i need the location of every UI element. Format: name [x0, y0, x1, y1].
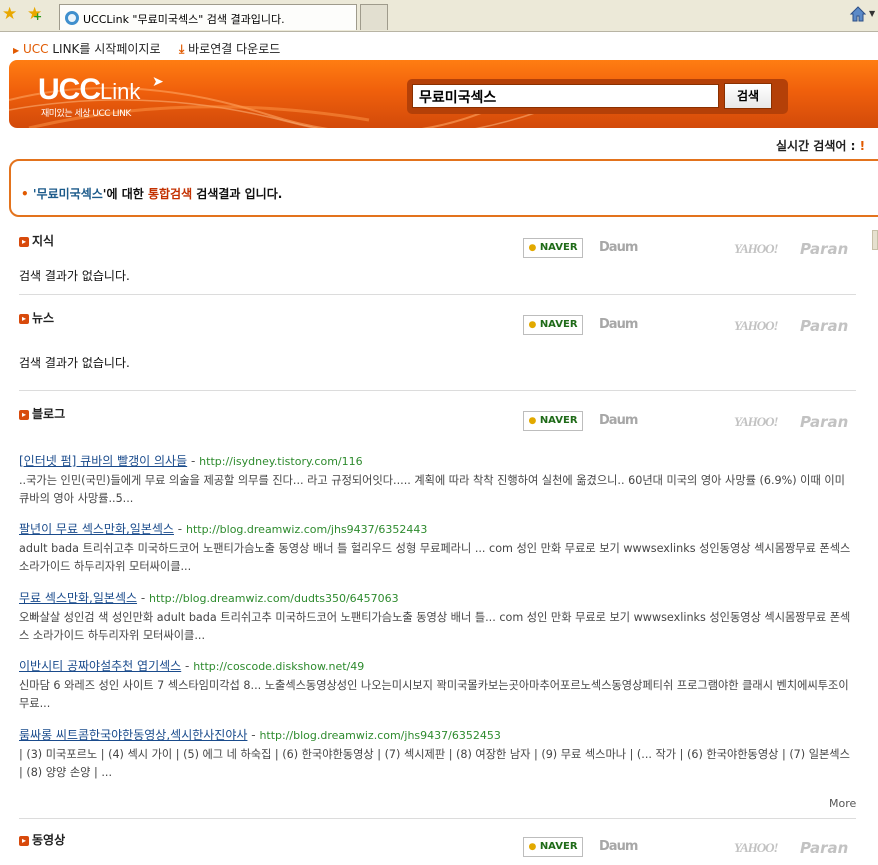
result-description: 신마담 6 와레즈 성인 사이트 7 섹스타임미각섭 8... 노출섹스동영상성…	[19, 679, 849, 710]
bullet-arrow-icon: ▸	[19, 313, 29, 324]
browser-tab-active[interactable]: UCCLink "무료미국섹스" 검색 결과입니다.	[59, 4, 357, 30]
paran-logo[interactable]: Paran	[800, 317, 848, 335]
engine-logos: ● NAVER Daum YAHOO! Paran	[523, 837, 848, 859]
result-title-link[interactable]: 룸싸롱 씨트콤한국야한동영상,섹시한사진야사	[19, 728, 247, 742]
no-result-text: 검색 결과가 없습니다.	[19, 269, 130, 283]
result-title-link[interactable]: 무료 섹스만화,일본섹스	[19, 591, 137, 605]
browser-tab-bar: ★ ★ + UCCLink "무료미국섹스" 검색 결과입니다. ▼	[0, 0, 878, 32]
no-result-text: 검색 결과가 없습니다.	[19, 356, 130, 370]
new-tab-button[interactable]	[360, 4, 388, 30]
engine-logos: ● NAVER Daum YAHOO! Paran	[523, 238, 848, 260]
section-video: ▸ 동영상 ● NAVER Daum YAHOO! Paran	[19, 831, 856, 861]
result-url[interactable]: http://blog.dreamwiz.com/dudts350/645706…	[149, 592, 399, 605]
blog-result-item: [인터넷 펌] 큐바의 빨갱이 의사들 - http://isydney.tis…	[19, 452, 856, 510]
yahoo-logo[interactable]: YAHOO!	[734, 241, 779, 257]
search-summary-text: • '무료미국섹스'에 대한 통합검색 검색결과 입니다.	[21, 187, 283, 201]
bullet-arrow-icon: ▸	[19, 236, 29, 247]
engine-logos: ● NAVER Daum YAHOO! Paran	[523, 411, 848, 433]
section-divider	[19, 390, 856, 391]
yahoo-logo[interactable]: YAHOO!	[734, 840, 779, 856]
section-title: ▸ 뉴스	[19, 309, 54, 326]
add-favorite-icon[interactable]: ★ +	[27, 5, 42, 23]
result-title-link[interactable]: 이반시티 공짜야설추천 엽기섹스	[19, 659, 181, 673]
result-title-link[interactable]: 팔년이 무료 섹스만화,일본섹스	[19, 522, 174, 536]
naver-logo[interactable]: ● NAVER	[523, 411, 583, 431]
result-url[interactable]: http://blog.dreamwiz.com/jhs9437/6352453	[259, 729, 500, 742]
naver-logo[interactable]: ● NAVER	[523, 315, 583, 335]
download-shortcut-link[interactable]: ⤓ 바로연결 다운로드	[179, 40, 280, 57]
blog-result-item: 팔년이 무료 섹스만화,일본섹스 - http://blog.dreamwiz.…	[19, 520, 856, 578]
download-icon: ⤓	[179, 42, 185, 56]
home-icon[interactable]	[849, 5, 867, 23]
blog-result-item: 무료 섹스만화,일본섹스 - http://blog.dreamwiz.com/…	[19, 589, 856, 647]
section-news: ▸ 뉴스 ● NAVER Daum YAHOO! Paran 검색 결과가 없습니…	[19, 309, 856, 370]
section-divider	[19, 294, 856, 295]
section-blog: ▸ 블로그 ● NAVER Daum YAHOO! Paran	[19, 405, 856, 445]
blog-result-item: 룸싸롱 씨트콤한국야한동영상,섹시한사진야사 - http://blog.dre…	[19, 726, 856, 784]
naver-logo[interactable]: ● NAVER	[523, 238, 583, 258]
yahoo-logo[interactable]: YAHOO!	[734, 414, 779, 430]
daum-logo[interactable]: Daum	[599, 240, 638, 255]
ie-page-icon	[65, 11, 79, 25]
blog-result-item: 이반시티 공짜야설추천 엽기섹스 - http://coscode.disksh…	[19, 657, 856, 715]
bullet-arrow-icon: ▸	[19, 835, 29, 846]
result-description: | (3) 미국포르노 | (4) 섹시 가이 | (5) 에그 네 하숙집 |…	[19, 748, 850, 779]
side-scroll-box[interactable]	[872, 230, 878, 250]
paran-logo[interactable]: Paran	[800, 413, 848, 431]
daum-logo[interactable]: Daum	[599, 413, 638, 428]
yahoo-logo[interactable]: YAHOO!	[734, 318, 779, 334]
bullet-arrow-icon: ▸	[19, 409, 29, 420]
arrow-icon: ▶	[13, 46, 20, 55]
paran-logo[interactable]: Paran	[800, 240, 848, 258]
result-description: adult bada 트리쉬고추 미국하드코어 노팬티가슴노출 동영상 배너 틀…	[19, 542, 851, 573]
section-knowledge: ▸ 지식 ● NAVER Daum YAHOO! Paran 검색 결과가 없습니…	[19, 232, 856, 292]
result-url[interactable]: http://isydney.tistory.com/116	[199, 455, 362, 468]
favorites-star-icon[interactable]: ★	[2, 5, 17, 23]
result-title-link[interactable]: [인터넷 펌] 큐바의 빨갱이 의사들	[19, 454, 187, 468]
site-header: UCCLink ➤ 재미있는 세상 UCC LINK 무료미국섹스 검색	[9, 60, 878, 128]
realtime-keywords: 실시간 검색어 : !	[776, 139, 866, 153]
set-homepage-link[interactable]: ▶ UCC LINK를 시작페이지로	[13, 40, 161, 57]
ucclink-logo[interactable]: UCCLink	[38, 74, 140, 108]
daum-logo[interactable]: Daum	[599, 839, 638, 854]
section-title: ▸ 동영상	[19, 831, 65, 848]
logo-slogan: 재미있는 세상 UCC LINK	[41, 109, 131, 119]
result-url[interactable]: http://blog.dreamwiz.com/jhs9437/6352443	[186, 523, 427, 536]
section-divider	[19, 818, 856, 819]
realtime-marker-icon: !	[859, 139, 866, 153]
result-url[interactable]: http://coscode.diskshow.net/49	[193, 660, 364, 673]
top-link-bar: ▶ UCC LINK를 시작페이지로 ⤓ 바로연결 다운로드	[0, 40, 878, 58]
more-link[interactable]: More	[829, 797, 856, 810]
section-title: ▸ 지식	[19, 232, 54, 249]
search-box: 무료미국섹스 검색	[407, 79, 788, 114]
result-description: 오빠살살 성인검 색 성인만화 adult bada 트리쉬고추 미국하드코어 …	[19, 611, 851, 642]
section-title: ▸ 블로그	[19, 405, 65, 422]
search-input[interactable]: 무료미국섹스	[412, 84, 719, 108]
paran-logo[interactable]: Paran	[800, 839, 848, 857]
paper-plane-icon: ➤	[152, 74, 164, 90]
home-dropdown-icon[interactable]: ▼	[869, 9, 875, 18]
daum-logo[interactable]: Daum	[599, 317, 638, 332]
engine-logos: ● NAVER Daum YAHOO! Paran	[523, 315, 848, 337]
search-summary-box: • '무료미국섹스'에 대한 통합검색 검색결과 입니다.	[9, 159, 878, 217]
result-description: ..국가는 인민(국민)들에게 무료 의술을 제공할 의무를 진다... 라고 …	[19, 474, 845, 505]
naver-logo[interactable]: ● NAVER	[523, 837, 583, 857]
search-button[interactable]: 검색	[724, 83, 772, 109]
tab-title: UCCLink "무료미국섹스" 검색 결과입니다.	[83, 13, 285, 26]
